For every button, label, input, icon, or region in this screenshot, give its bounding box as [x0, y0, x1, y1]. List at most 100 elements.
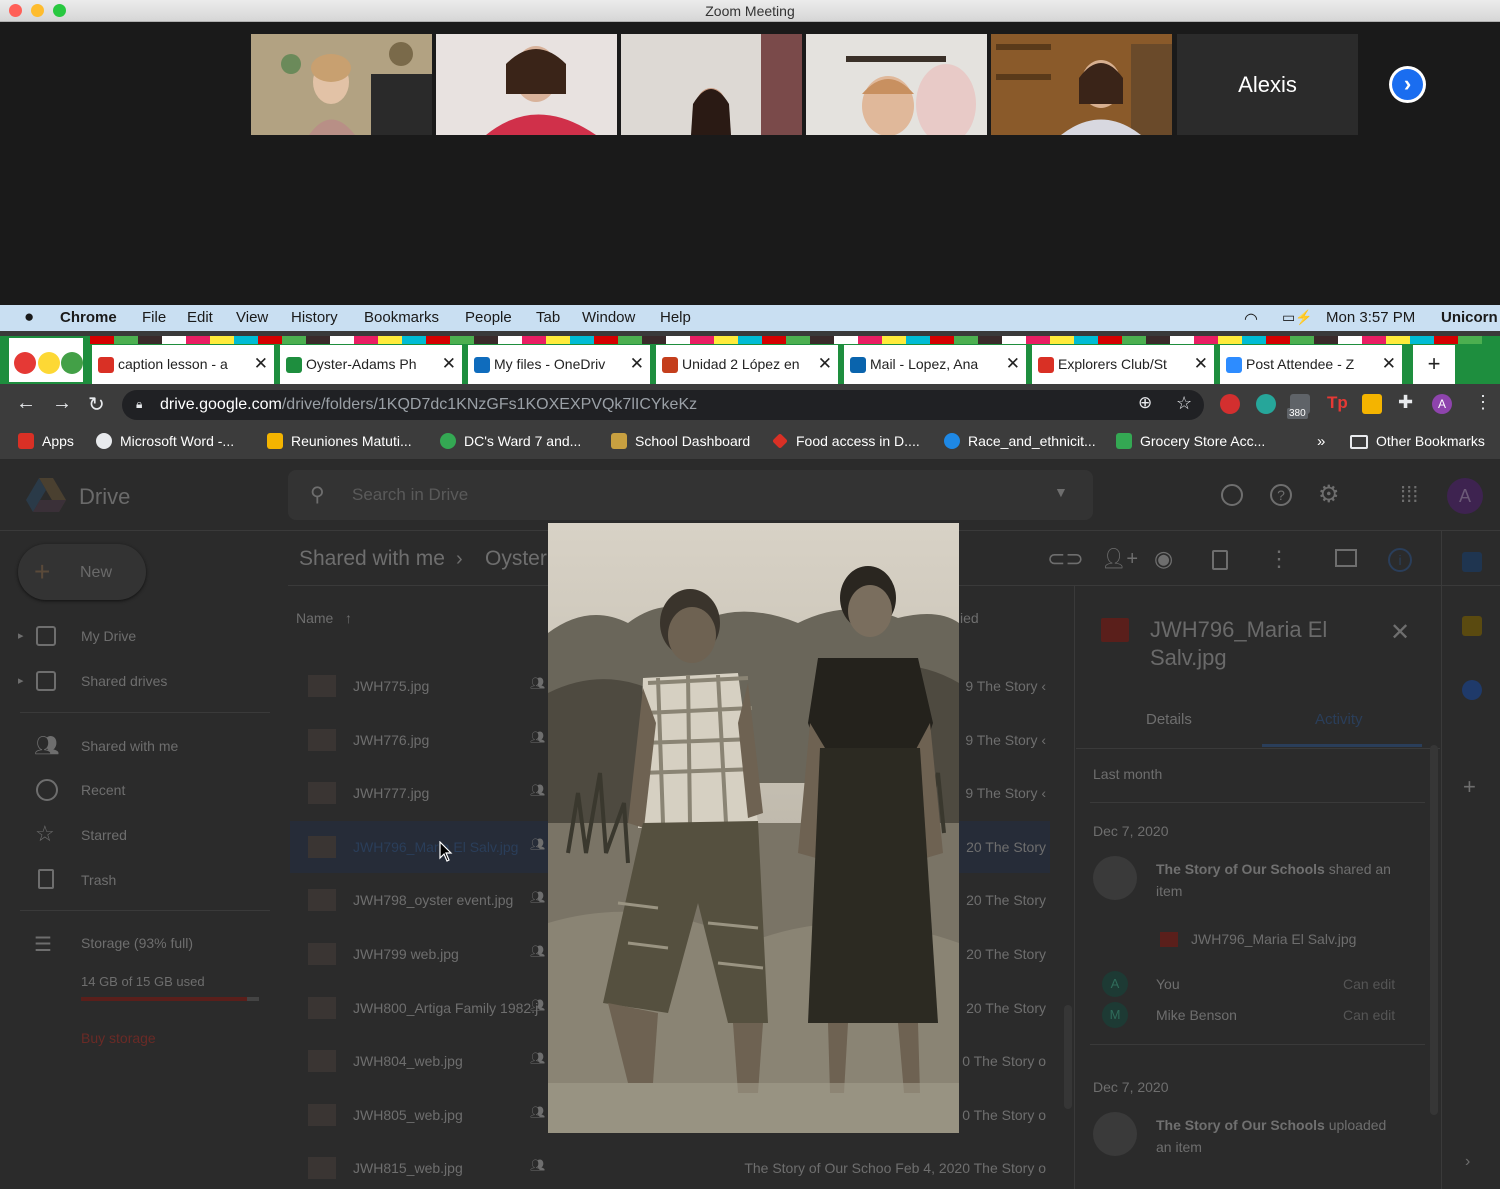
bookmark-star-icon[interactable]: ☆ — [1176, 393, 1192, 414]
menubar-clock[interactable]: Mon 3:57 PM — [1326, 309, 1415, 326]
close-tab-icon[interactable]: ✕ — [442, 354, 456, 374]
offline-check-icon[interactable] — [1221, 484, 1243, 506]
details-scrollbar[interactable] — [1430, 745, 1438, 1115]
account-avatar[interactable]: A — [1447, 478, 1483, 514]
participant-video[interactable] — [436, 34, 617, 135]
nav-my-drive[interactable]: ▸ My Drive — [0, 620, 270, 656]
bookmark-item[interactable]: DC's Ward 7 and... — [440, 433, 581, 449]
drive-search-bar[interactable]: ⚲ Search in Drive ▼ — [288, 470, 1093, 520]
reload-icon[interactable]: ↻ — [88, 392, 105, 417]
grid-view-icon[interactable] — [1335, 549, 1357, 567]
tab-item[interactable]: Explorers Club/St ✕ — [1032, 345, 1214, 384]
battery-icon[interactable]: ▭⚡ — [1282, 309, 1313, 326]
close-tab-icon[interactable]: ✕ — [1194, 354, 1208, 374]
new-button[interactable]: + New — [18, 544, 146, 600]
install-icon[interactable]: ⊕ — [1138, 393, 1152, 413]
nav-starred[interactable]: ☆ Starred — [0, 819, 270, 855]
expand-caret-icon[interactable]: ▸ — [18, 674, 24, 687]
menu-tab[interactable]: Tab — [536, 309, 560, 326]
file-row[interactable]: JWH815_web.jpg 👥︎ The Story of Our Schoo F… — [290, 1142, 1050, 1189]
extension-tp-icon[interactable]: Tp — [1327, 393, 1348, 413]
tab-item[interactable]: Mail - Lopez, Ana ✕ — [844, 345, 1026, 384]
search-options-icon[interactable]: ▼ — [1054, 484, 1068, 500]
extension-shield-icon[interactable] — [1362, 394, 1382, 414]
bookmarks-overflow-button[interactable]: » — [1317, 433, 1325, 450]
menu-view[interactable]: View — [236, 309, 268, 326]
close-tab-icon[interactable]: ✕ — [1382, 354, 1396, 374]
profile-avatar[interactable]: A — [1432, 394, 1452, 414]
bookmark-item[interactable]: Race_and_ethnicit... — [944, 433, 1096, 449]
tab-item[interactable]: My files - OneDriv ✕ — [468, 345, 650, 384]
nav-shared-with-me[interactable]: 👥︎ Shared with me — [0, 730, 270, 766]
apple-icon[interactable]: ● — [24, 307, 34, 327]
tab-item[interactable]: Unidad 2 López en ✕ — [656, 345, 838, 384]
preview-eye-icon[interactable]: ◉ — [1154, 546, 1173, 572]
menu-bookmarks[interactable]: Bookmarks — [364, 309, 439, 326]
bookmark-item[interactable]: Food access in D.... — [772, 433, 920, 449]
menu-edit[interactable]: Edit — [187, 309, 213, 326]
calendar-icon[interactable] — [1462, 552, 1482, 572]
menu-history[interactable]: History — [291, 309, 338, 326]
wifi-icon[interactable]: ◠ — [1244, 309, 1258, 329]
keep-icon[interactable] — [1462, 616, 1482, 636]
participant-video[interactable] — [806, 34, 987, 135]
tasks-icon[interactable] — [1462, 680, 1482, 700]
nav-shared-drives[interactable]: ▸ Shared drives — [0, 665, 270, 701]
close-tab-icon[interactable]: ✕ — [818, 354, 832, 374]
participant-video[interactable] — [991, 34, 1172, 135]
list-scrollbar[interactable] — [1064, 1005, 1072, 1109]
bookmark-item[interactable]: Grocery Store Acc... — [1116, 433, 1265, 449]
column-header-name[interactable]: Name ↑ — [296, 610, 352, 626]
nav-trash[interactable]: Trash — [0, 864, 270, 900]
menu-help[interactable]: Help — [660, 309, 691, 326]
info-icon[interactable]: i — [1388, 548, 1412, 572]
bookmark-apps[interactable]: Apps — [18, 433, 74, 449]
bookmark-item[interactable]: School Dashboard — [611, 433, 750, 449]
nav-recent[interactable]: Recent — [0, 774, 270, 810]
breadcrumb-current-folder[interactable]: Oyster — [485, 547, 547, 571]
extension-badge-icon[interactable]: 380 — [1287, 394, 1310, 419]
close-tab-icon[interactable]: ✕ — [1006, 354, 1020, 374]
menu-window[interactable]: Window — [582, 309, 635, 326]
extension-adblock-icon[interactable] — [1220, 394, 1240, 414]
bookmark-item[interactable]: Reuniones Matuti... — [267, 433, 412, 449]
chrome-menu-icon[interactable]: ⋮ — [1474, 392, 1492, 413]
extensions-puzzle-icon[interactable]: ✚ — [1398, 392, 1413, 413]
nav-storage[interactable]: ☰ Storage (93% full) — [0, 928, 270, 964]
settings-gear-icon[interactable]: ⚙ — [1318, 480, 1340, 509]
tab-activity[interactable]: Activity — [1315, 711, 1363, 728]
menu-app-chrome[interactable]: Chrome — [60, 309, 117, 326]
forward-icon[interactable]: → — [52, 392, 72, 415]
activity-file-link[interactable]: JWH796_Maria El Salv.jpg — [1191, 931, 1356, 947]
bookmark-item[interactable]: Microsoft Word -... — [96, 433, 234, 449]
url-text[interactable]: drive.google.com/drive/folders/1KQD7dc1K… — [160, 396, 697, 414]
expand-caret-icon[interactable]: ▸ — [18, 629, 24, 642]
image-preview[interactable] — [548, 523, 959, 1133]
tab-item[interactable]: caption lesson - a ✕ — [92, 345, 274, 384]
column-header-modified[interactable]: ied — [960, 610, 979, 626]
extension-icon[interactable] — [1256, 394, 1276, 414]
participant-video[interactable] — [251, 34, 432, 135]
add-person-icon[interactable]: 👤︎+ — [1101, 546, 1138, 571]
apps-grid-icon[interactable]: ⁞⁞⁞ — [1400, 482, 1418, 508]
new-tab-button[interactable]: + — [1413, 345, 1455, 384]
tab-item[interactable]: Oyster-Adams Ph ✕ — [280, 345, 462, 384]
participant-tile-no-video[interactable]: Alexis — [1177, 34, 1358, 135]
tab-details[interactable]: Details — [1146, 711, 1192, 728]
omnibox[interactable]: 🔒︎ drive.google.com/drive/folders/1KQD7d… — [122, 390, 1204, 420]
bookmark-other[interactable]: Other Bookmarks — [1350, 433, 1485, 449]
tab-item[interactable]: Post Attendee - Z ✕ — [1220, 345, 1402, 384]
search-input[interactable]: Search in Drive — [352, 485, 468, 505]
add-addon-icon[interactable]: + — [1463, 774, 1476, 800]
close-details-icon[interactable]: ✕ — [1390, 618, 1410, 647]
back-icon[interactable]: ← — [16, 392, 36, 415]
close-tab-icon[interactable]: ✕ — [254, 354, 268, 374]
help-icon[interactable]: ? — [1270, 484, 1292, 506]
delete-icon[interactable] — [1212, 550, 1228, 570]
close-tab-icon[interactable]: ✕ — [630, 354, 644, 374]
menu-people[interactable]: People — [465, 309, 512, 326]
menubar-user[interactable]: Unicorn — [1441, 309, 1500, 326]
participant-video[interactable] — [621, 34, 802, 135]
more-actions-icon[interactable]: ⋮ — [1268, 546, 1290, 572]
buy-storage-link[interactable]: Buy storage — [81, 1030, 156, 1046]
